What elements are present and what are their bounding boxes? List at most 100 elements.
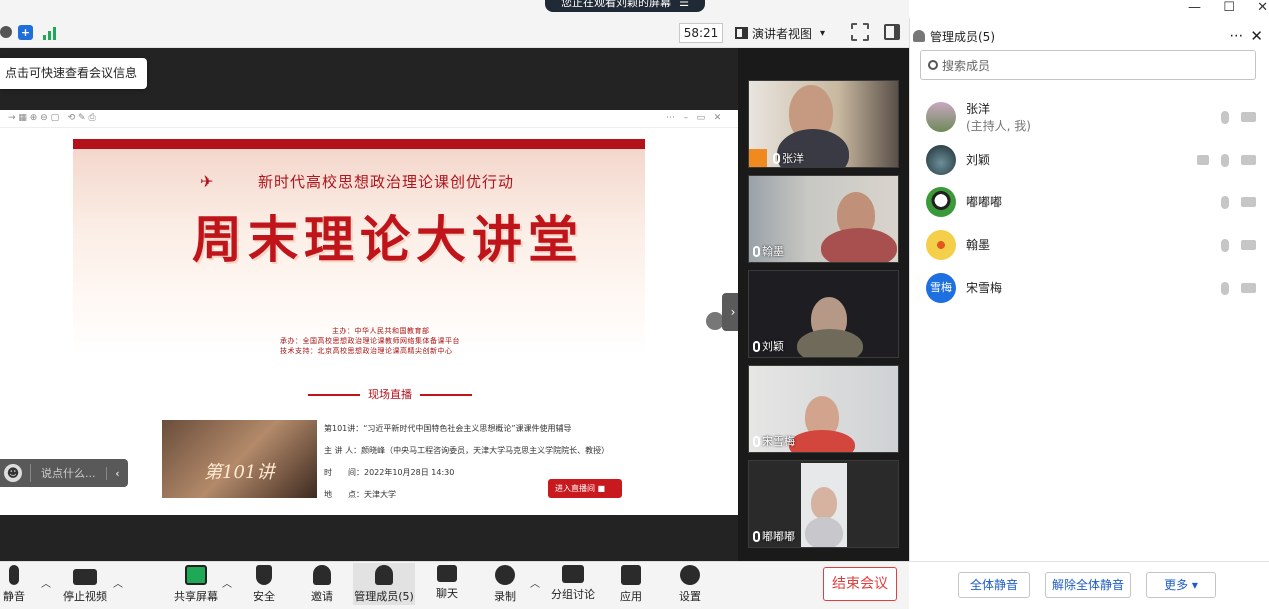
lecture-place: 地 点：天津大学 xyxy=(324,490,396,499)
security-label: 安全 xyxy=(253,590,275,603)
slide-org-organizer: 承办：全国高校思想政治理论课教师网络集体备课平台 xyxy=(280,337,460,345)
window-controls: — ☐ ✕ xyxy=(1188,0,1268,15)
screen-share-icon xyxy=(1197,155,1209,165)
tile-name: 嘟嘟嘟 xyxy=(762,530,795,543)
member-row[interactable]: 张洋 (主持人, 我) xyxy=(920,97,1260,137)
chat-label: 聊天 xyxy=(436,587,458,600)
mute-all-button[interactable]: 全体静音 xyxy=(958,572,1030,598)
encryption-shield-icon[interactable]: + xyxy=(18,25,33,40)
member-row[interactable]: 雪梅 宋雪梅 xyxy=(920,268,1260,308)
meeting-timer: 58:21 xyxy=(679,23,723,43)
mute-button[interactable]: 静音 xyxy=(0,565,28,604)
fullscreen-icon[interactable] xyxy=(851,23,869,41)
search-placeholder: 搜索成员 xyxy=(942,58,991,73)
chat-placeholder: 说点什么... xyxy=(41,467,96,480)
gear-icon xyxy=(680,565,700,585)
member-name: 翰墨 xyxy=(966,238,991,252)
camera-icon[interactable] xyxy=(1241,283,1256,293)
network-signal-icon[interactable] xyxy=(43,25,61,40)
tile-name: 翰墨 xyxy=(762,245,784,258)
menu-icon[interactable]: ☰ xyxy=(679,0,689,9)
member-search-input[interactable]: 搜索成员 xyxy=(920,50,1256,80)
manage-members-label: 管理成员(5) xyxy=(354,590,414,603)
close-window-icon[interactable]: ✕ xyxy=(1257,0,1268,15)
host-badge-icon xyxy=(749,149,767,167)
share-options-caret[interactable]: ︿ xyxy=(222,575,232,590)
breakout-rooms-icon xyxy=(562,565,584,583)
chevron-down-icon: ▾ xyxy=(820,27,826,39)
side-panel-toggle-icon[interactable] xyxy=(884,24,900,40)
record-label: 录制 xyxy=(494,590,516,603)
bird-decoration-icon: ✈ xyxy=(200,172,214,191)
mic-icon xyxy=(773,152,780,164)
mic-icon xyxy=(753,435,760,447)
mic-icon xyxy=(753,530,760,542)
mic-icon[interactable] xyxy=(1221,238,1229,252)
invite-button[interactable]: 邀请 xyxy=(306,565,338,604)
member-row[interactable]: 刘颖 xyxy=(920,140,1260,180)
camera-icon[interactable] xyxy=(1241,240,1256,250)
members-panel-title: 管理成员(5) xyxy=(930,29,995,44)
mute-label: 静音 xyxy=(3,590,25,603)
chat-quick-input[interactable]: ☻ 说点什么... ‹ xyxy=(0,459,128,487)
enter-live-label: 进入直播间 xyxy=(555,484,595,493)
maximize-icon[interactable]: ☐ xyxy=(1223,0,1235,15)
video-tile-dududu[interactable]: 嘟嘟嘟 xyxy=(748,460,899,548)
stop-video-button[interactable]: 停止视频 xyxy=(60,565,110,604)
apps-button[interactable]: 应用 xyxy=(617,565,645,604)
avatar xyxy=(926,102,956,132)
enter-live-button[interactable]: 进入直播间 ■ xyxy=(548,479,622,498)
shield-icon xyxy=(256,565,272,585)
mic-icon[interactable] xyxy=(1221,110,1229,124)
video-tile-songxuemei[interactable]: 宋雪梅 xyxy=(748,365,899,453)
chevron-left-icon[interactable]: ‹ xyxy=(106,466,128,480)
video-options-caret[interactable]: ︿ xyxy=(113,575,123,590)
mute-options-caret[interactable]: ︿ xyxy=(41,575,51,590)
share-screen-button[interactable]: 共享屏幕 xyxy=(172,565,220,604)
record-options-caret[interactable]: ︿ xyxy=(530,575,540,590)
lecture-time: 时 间：2022年10月28日 14:30 xyxy=(324,468,455,477)
member-row[interactable]: 嘟嘟嘟 xyxy=(920,182,1260,222)
end-meeting-button[interactable]: 结束会议 xyxy=(823,567,897,601)
apps-label: 应用 xyxy=(620,590,642,603)
more-options-icon[interactable]: ⋯ xyxy=(1229,28,1244,44)
breakout-rooms-button[interactable]: 分组讨论 xyxy=(550,565,596,602)
settings-button[interactable]: 设置 xyxy=(675,565,705,604)
invite-label: 邀请 xyxy=(311,590,333,603)
meeting-info-tooltip[interactable]: 点击可快速查看会议信息 xyxy=(0,58,147,89)
avatar xyxy=(926,230,956,260)
mic-icon[interactable] xyxy=(1221,195,1229,209)
member-row[interactable]: 翰墨 xyxy=(920,225,1260,265)
video-tile-zhangyang[interactable]: 张洋 xyxy=(748,80,899,168)
mic-icon[interactable] xyxy=(1221,281,1229,295)
viewing-text: 您正在观看刘颖的屏幕 xyxy=(561,0,672,9)
record-button[interactable]: 录制 xyxy=(490,565,520,604)
more-button[interactable]: 更多 ▾ xyxy=(1146,572,1216,598)
members-icon xyxy=(375,565,393,585)
chat-bubble-icon xyxy=(437,565,457,582)
avatar xyxy=(926,145,956,175)
video-tile-liuying[interactable]: 刘颖 xyxy=(748,270,899,358)
mic-icon[interactable] xyxy=(1221,153,1229,167)
view-mode-select[interactable]: 演讲者视图 ▾ xyxy=(735,23,839,43)
minimize-icon[interactable]: — xyxy=(1188,0,1201,15)
manage-members-button[interactable]: 管理成员(5) xyxy=(353,563,415,605)
viewer-tool-icons[interactable]: → ▦ ⊕ ⊖ ▢ ⟲ ✎ ⎙ xyxy=(8,113,96,123)
close-panel-icon[interactable]: ✕ xyxy=(1250,27,1263,45)
camera-icon[interactable] xyxy=(1241,197,1256,207)
emoji-icon[interactable]: ☻ xyxy=(4,464,22,482)
camera-icon[interactable] xyxy=(1241,155,1256,165)
viewer-window-controls[interactable]: ⋯ – ▭ ✕ xyxy=(666,113,721,123)
meeting-info-icon[interactable] xyxy=(0,26,12,38)
viewing-banner[interactable]: 您正在观看刘颖的屏幕 ☰ xyxy=(545,0,705,12)
apps-grid-icon xyxy=(621,565,641,585)
camera-icon[interactable] xyxy=(1241,112,1256,122)
video-camera-icon xyxy=(73,569,97,585)
video-tile-hanmo[interactable]: 翰墨 xyxy=(748,175,899,263)
member-name: 张洋 xyxy=(966,101,991,116)
security-button[interactable]: 安全 xyxy=(248,565,280,604)
unmute-all-button[interactable]: 解除全体静音 xyxy=(1045,572,1131,598)
chevron-right-icon: › xyxy=(730,305,736,319)
chat-button[interactable]: 聊天 xyxy=(432,565,462,601)
settings-label: 设置 xyxy=(679,590,701,603)
